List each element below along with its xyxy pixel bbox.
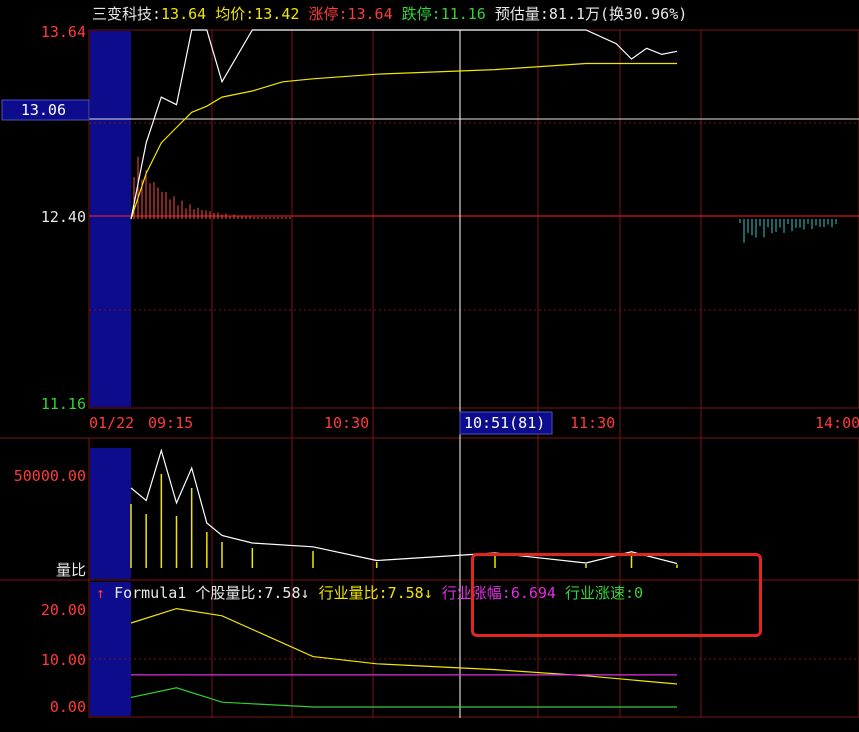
- avg-price-line: [130, 62, 677, 220]
- formula-name[interactable]: Formula1: [114, 583, 186, 603]
- formula-axis-10: 10.00: [41, 651, 86, 669]
- arrow-down-icon: ↓: [423, 584, 433, 602]
- highlight-box: [471, 553, 762, 637]
- volume-ratio-line: [130, 448, 678, 565]
- auction-block: [90, 448, 131, 579]
- volume-axis-top: 50000.00: [14, 467, 86, 485]
- price-line: [130, 29, 678, 220]
- stock-ratio-label: 个股量比:: [195, 584, 265, 602]
- price-axis-bottom: 11.16: [41, 395, 86, 413]
- time-label-1030: 10:30: [324, 414, 369, 432]
- stock-ratio-value: 7.58: [264, 584, 301, 602]
- volume-axis-bottom: 量比: [56, 561, 86, 579]
- formula-axis-20: 20.00: [41, 601, 86, 619]
- arrow-down-icon: ↓: [300, 584, 310, 602]
- price-axis-ref: 12.40: [41, 208, 86, 226]
- auction-block: [90, 31, 131, 407]
- industry-speed-line: [130, 687, 677, 708]
- formula-axis-0: 0.00: [50, 698, 86, 716]
- time-label-1130: 11:30: [570, 414, 615, 432]
- cursor-time: 10:51(81): [464, 414, 545, 432]
- time-date-label: 01/22: [89, 414, 134, 432]
- arrow-up-icon: ↑: [96, 584, 106, 602]
- time-label-1400: 14:00: [815, 414, 859, 432]
- industry-ratio-value: 7.58: [387, 584, 424, 602]
- price-speed-bars: [133, 156, 837, 243]
- price-axis-top: 13.64: [41, 23, 86, 41]
- time-label-0915: 09:15: [148, 414, 193, 432]
- cursor-price: 13.06: [21, 101, 66, 119]
- industry-ratio-label: 行业量比:: [318, 584, 388, 602]
